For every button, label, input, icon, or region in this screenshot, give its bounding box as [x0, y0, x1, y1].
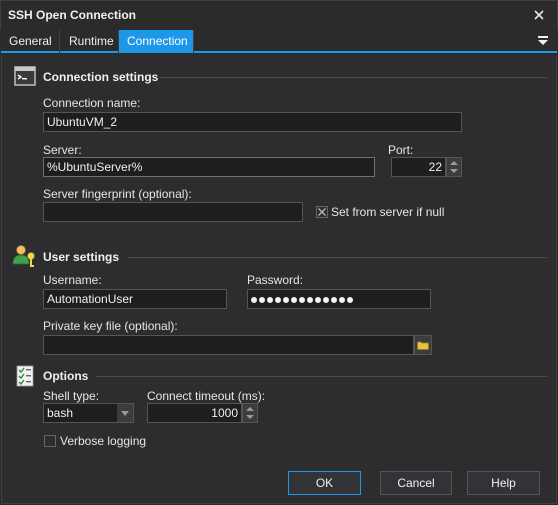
- keyfile-label: Private key file (optional):: [43, 319, 178, 333]
- help-button[interactable]: Help: [467, 471, 540, 495]
- password-mask-dot: [259, 296, 265, 303]
- ok-button[interactable]: OK: [288, 471, 361, 495]
- server-label: Server:: [43, 143, 82, 157]
- password-label: Password:: [247, 273, 304, 287]
- users-icon: [12, 244, 38, 271]
- checklist-icon: [16, 365, 36, 390]
- password-mask-dot: [299, 296, 305, 303]
- tab-runtime[interactable]: Runtime: [61, 30, 119, 53]
- username-label: Username:: [43, 273, 102, 287]
- tab-general[interactable]: General: [1, 30, 60, 53]
- password-mask-dot: [347, 296, 353, 303]
- fingerprint-label: Server fingerprint (optional):: [43, 187, 192, 201]
- timeout-label: Connect timeout (ms):: [147, 389, 266, 403]
- password-mask-dot: [267, 296, 273, 303]
- tab-bar: General Runtime Connection: [1, 30, 557, 53]
- shell-type-value: bash: [47, 406, 74, 420]
- checkmark-icon: [318, 208, 326, 216]
- section-divider: [160, 77, 547, 78]
- hamburger-icon: [538, 36, 548, 45]
- section-divider: [96, 376, 547, 377]
- connection-name-label: Connection name:: [43, 96, 141, 110]
- password-input[interactable]: [247, 289, 431, 309]
- password-mask-dot: [323, 296, 329, 303]
- shell-type-dropdown-button[interactable]: [117, 404, 133, 422]
- connection-name-input[interactable]: UbuntuVM_2: [43, 112, 462, 132]
- set-from-server-checkbox[interactable]: [316, 206, 328, 218]
- set-from-server-label: Set from server if null: [331, 205, 445, 219]
- terminal-icon: [14, 66, 36, 89]
- port-label: Port:: [388, 143, 414, 157]
- verbose-logging-checkbox[interactable]: [44, 435, 56, 447]
- section-divider: [127, 257, 547, 258]
- server-input[interactable]: %UbuntuServer%: [43, 157, 375, 177]
- password-mask-dot: [315, 296, 321, 303]
- shell-type-label: Shell type:: [43, 389, 100, 403]
- tab-menu-button[interactable]: [536, 34, 552, 48]
- password-mask-dot: [283, 296, 289, 303]
- timeout-stepper[interactable]: [242, 403, 258, 423]
- browse-button[interactable]: [414, 335, 432, 355]
- password-mask-dot: [251, 296, 257, 303]
- close-button[interactable]: [528, 4, 550, 26]
- timeout-input[interactable]: 1000: [147, 403, 242, 423]
- cancel-button[interactable]: Cancel: [380, 471, 452, 495]
- password-mask-dot: [331, 296, 337, 303]
- window-title: SSH Open Connection: [8, 8, 137, 22]
- connection-section-title: Connection settings: [43, 70, 159, 84]
- username-input[interactable]: AutomationUser: [43, 289, 227, 309]
- keyfile-input[interactable]: [43, 335, 414, 355]
- password-mask-dot: [291, 296, 297, 303]
- tab-connection[interactable]: Connection: [119, 30, 194, 53]
- options-section-title: Options: [43, 369, 89, 383]
- password-mask-dot: [307, 296, 313, 303]
- verbose-logging-label: Verbose logging: [60, 434, 147, 448]
- port-stepper[interactable]: [446, 157, 462, 177]
- user-section-title: User settings: [43, 250, 120, 264]
- folder-icon: [417, 341, 429, 350]
- password-mask-dot: [275, 296, 281, 303]
- password-mask-dot: [339, 296, 345, 303]
- chevron-down-icon: [121, 410, 129, 416]
- stepper-arrows-icon: [450, 161, 458, 173]
- fingerprint-input[interactable]: [43, 202, 303, 222]
- stepper-arrows-icon: [246, 407, 254, 419]
- close-icon: [534, 10, 544, 20]
- port-input[interactable]: 22: [391, 157, 446, 177]
